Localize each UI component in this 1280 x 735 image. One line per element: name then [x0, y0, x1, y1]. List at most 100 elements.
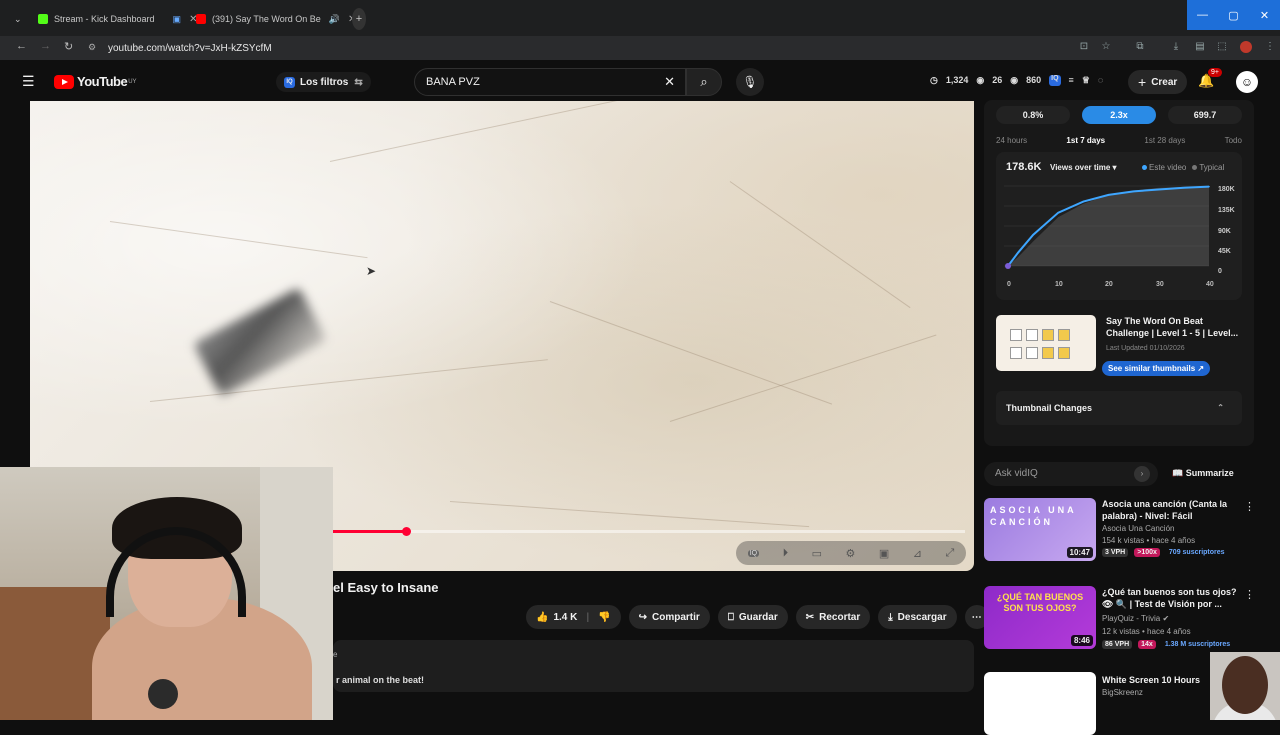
- site-info-icon[interactable]: ⚙: [88, 42, 100, 54]
- recommendation-thumbnail[interactable]: [984, 672, 1096, 735]
- back-icon[interactable]: ←: [16, 40, 27, 52]
- download-button[interactable]: ⤓ Descargar: [878, 605, 957, 629]
- duration-badge: 8:46: [1070, 635, 1093, 646]
- save-button[interactable]: ⎕ Guardar: [717, 605, 788, 629]
- chevron-up-icon[interactable]: ⌃: [1217, 403, 1224, 412]
- recommendation-title[interactable]: ¿Qué tan buenos son tus ojos? 👁 🔍 | Test…: [1102, 586, 1246, 610]
- vidiq-icon[interactable]: IQ: [747, 549, 760, 557]
- summarize-button[interactable]: 📖 Summarize: [1172, 468, 1234, 479]
- eye-icon: ◉: [1010, 75, 1019, 85]
- save-label: Guardar: [738, 611, 778, 623]
- more-options-icon[interactable]: ⋮: [1244, 588, 1255, 601]
- forward-icon[interactable]: →: [40, 40, 51, 52]
- audio-icon[interactable]: 🔊: [329, 14, 340, 25]
- vidiq-stats: ◷ 1,324 ◉ 26 ◉ 860 IQ ≡ ♕ ◌: [930, 75, 1103, 86]
- channel-name[interactable]: PlayQuiz - Trivia ✔: [1102, 614, 1169, 623]
- channel-name[interactable]: BigSkreenz: [1102, 688, 1143, 697]
- hamburger-menu-icon[interactable]: ☰: [22, 73, 35, 90]
- tab-list-icon[interactable]: ⌄: [14, 8, 22, 30]
- tab-kick-dashboard[interactable]: Stream - Kick Dashboard ▣ ✕: [38, 8, 197, 30]
- notifications-button[interactable]: 🔔 9+: [1198, 68, 1222, 89]
- vph-ratio[interactable]: 699.7: [1168, 106, 1242, 124]
- plus-icon: +: [1138, 74, 1147, 90]
- bookmark-star-icon[interactable]: ☆: [1100, 41, 1112, 53]
- tab-24-hours[interactable]: 24 hours: [996, 136, 1027, 145]
- clear-search-icon[interactable]: ✕: [664, 74, 675, 90]
- download-icon[interactable]: ⤓: [1170, 41, 1182, 53]
- youtube-logo[interactable]: YouTube UY: [54, 74, 137, 89]
- recommendation-thumbnail[interactable]: ASOCIA UNA CANCIÓN 10:47: [984, 498, 1096, 561]
- voice-search-button[interactable]: 🎙: [736, 68, 764, 96]
- thumbnail-changes-section[interactable]: Thumbnail Changes ⌃: [996, 391, 1242, 425]
- more-options-icon[interactable]: ⋮: [1244, 500, 1255, 513]
- avatar[interactable]: ☺: [1236, 71, 1258, 93]
- similar-video-title[interactable]: Say The Word On Beat Challenge | Level 1…: [1106, 315, 1246, 339]
- recommendation-item[interactable]: ASOCIA UNA CANCIÓN 10:47 Asocia una canc…: [984, 498, 1264, 570]
- extension-icon[interactable]: ⧉: [1134, 41, 1146, 53]
- recommendation-item[interactable]: ¿QUÉ TAN BUENOS SON TUS OJOS? 8:46 ¿Qué …: [984, 586, 1264, 658]
- like-button[interactable]: 👍 1.4 K | 👎: [526, 605, 621, 629]
- see-similar-thumbnails-button[interactable]: See similar thumbnails ↗: [1102, 361, 1211, 376]
- tab-all[interactable]: Todo: [1225, 136, 1242, 145]
- miniplayer-icon[interactable]: ▣: [879, 547, 889, 560]
- url-field[interactable]: ⚙ youtube.com/watch?v=JxH-kZSYcfM: [88, 38, 1078, 58]
- extension-icon[interactable]: ⬚: [1216, 41, 1228, 53]
- share-button[interactable]: ↪ Compartir: [628, 605, 710, 629]
- similar-video-thumbnail[interactable]: [996, 315, 1096, 371]
- recommendation-thumbnail[interactable]: ¿QUÉ TAN BUENOS SON TUS OJOS? 8:46: [984, 586, 1096, 649]
- outlier-ratio[interactable]: 2.3x: [1082, 106, 1156, 124]
- tab-title: (391) Say The Word On Be: [212, 14, 321, 24]
- subtitles-icon[interactable]: ▭: [812, 547, 822, 560]
- trophy-icon[interactable]: ♕: [1082, 75, 1090, 86]
- chat-icon[interactable]: ◌: [1098, 75, 1103, 86]
- search-value: BANA PVZ: [426, 76, 480, 88]
- x-tick-label: 20: [1105, 281, 1113, 288]
- profile-icon[interactable]: [1240, 41, 1252, 53]
- tab-1st-7-days[interactable]: 1st 7 days: [1066, 136, 1105, 145]
- recommendation-title[interactable]: White Screen 10 Hours: [1102, 674, 1246, 686]
- new-tab-button[interactable]: +: [352, 8, 366, 30]
- recommendation-title[interactable]: Asocia una canción (Canta la palabra) - …: [1102, 498, 1246, 522]
- create-button[interactable]: + Crear: [1128, 70, 1188, 94]
- search-icon: ⌕: [700, 74, 708, 89]
- extension-icon[interactable]: ▤: [1194, 41, 1206, 53]
- close-window-button[interactable]: ✕: [1249, 0, 1280, 30]
- progress-bar[interactable]: [333, 530, 965, 533]
- views-mode-dropdown[interactable]: Views over time ▾: [1050, 163, 1117, 172]
- search-button[interactable]: ⌕: [686, 68, 722, 96]
- thumb-cell: [1026, 347, 1038, 359]
- similar-last-updated: Last Updated 01/10/2026: [1106, 345, 1185, 352]
- search-input[interactable]: BANA PVZ ✕: [414, 68, 686, 96]
- progress-scrubber[interactable]: [402, 527, 411, 536]
- cast-icon[interactable]: ⊿: [913, 547, 922, 560]
- engagement-ratio[interactable]: 0.8%: [996, 106, 1070, 124]
- subscribers-chip: 1.38 M suscriptores: [1164, 641, 1231, 648]
- thumbnail-changes-label: Thumbnail Changes: [1006, 403, 1093, 413]
- share-arrow-icon: ↪: [638, 611, 648, 623]
- vph-chip: 86 VPH: [1102, 640, 1133, 649]
- description-box[interactable]: [333, 640, 974, 692]
- tab-1st-28-days[interactable]: 1st 28 days: [1144, 136, 1185, 145]
- ask-vidiq-input[interactable]: Ask vidIQ: [984, 462, 1158, 486]
- maximize-button[interactable]: ▢: [1218, 0, 1249, 30]
- settings-gear-icon[interactable]: ⚙: [845, 547, 855, 560]
- x-tick-label: 30: [1156, 281, 1164, 288]
- recommendation-item[interactable]: White Screen 10 Hours BigSkreenz: [984, 672, 1264, 735]
- clip-button[interactable]: ✂ Recortar: [795, 605, 871, 629]
- thumbs-down-icon[interactable]: 👎: [598, 612, 610, 623]
- reload-icon[interactable]: ↻: [64, 40, 73, 53]
- filters-button[interactable]: IQ Los filtros ⇆: [276, 72, 371, 92]
- install-icon[interactable]: ⊡: [1078, 41, 1090, 53]
- autoplay-toggle-icon[interactable]: ⏵: [783, 547, 789, 560]
- send-arrow-icon[interactable]: ›: [1134, 466, 1150, 482]
- tab-youtube[interactable]: (391) Say The Word On Be 🔊 ✕: [196, 8, 356, 30]
- fullscreen-icon[interactable]: ⤢: [945, 547, 954, 560]
- outlier-chip: 14x: [1138, 640, 1156, 649]
- menu-icon[interactable]: ⋮: [1264, 41, 1276, 53]
- list-icon[interactable]: ≡: [1069, 75, 1074, 86]
- data-point: [1132, 190, 1135, 193]
- paper-crease: [669, 334, 937, 422]
- vidiq-icon[interactable]: IQ: [1049, 75, 1061, 86]
- channel-name[interactable]: Asocia Una Canción: [1102, 524, 1174, 533]
- minimize-button[interactable]: —: [1187, 0, 1218, 30]
